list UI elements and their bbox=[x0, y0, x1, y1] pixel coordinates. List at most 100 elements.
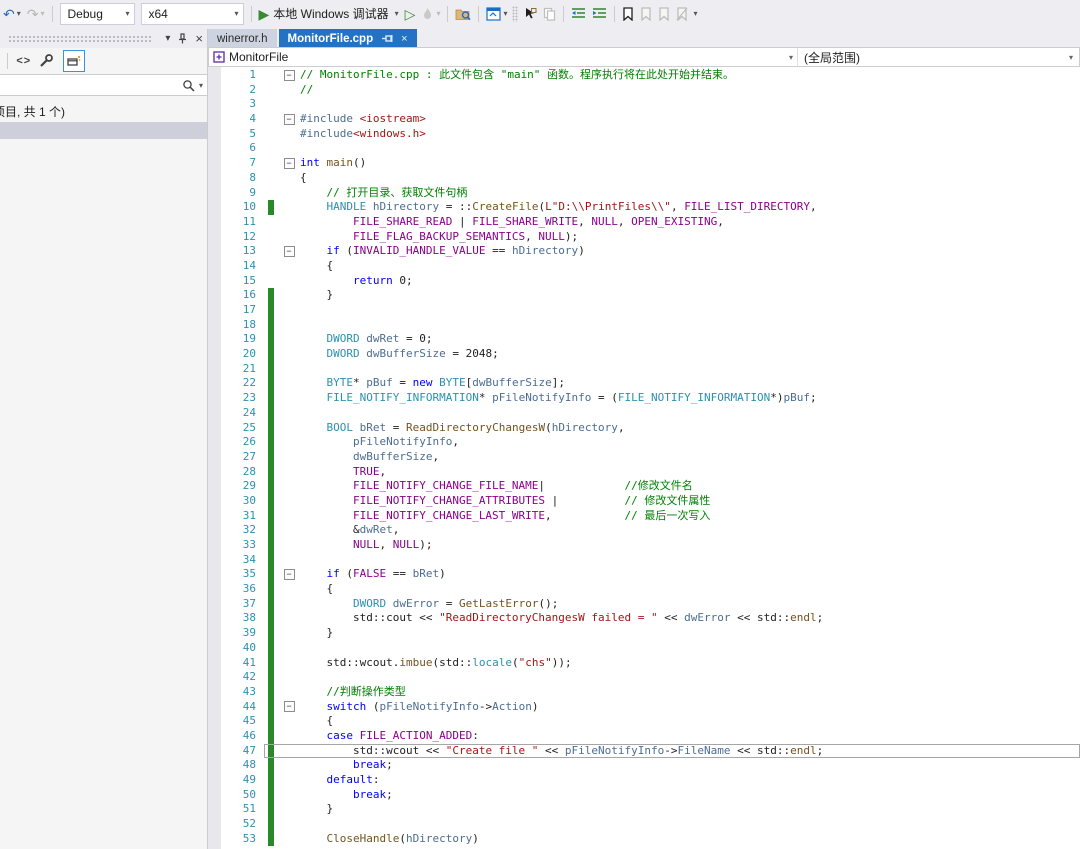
tab-MonitorFile.cpp[interactable]: MonitorFile.cpp× bbox=[279, 29, 417, 48]
code-text[interactable]: DWORD dwRet = 0; bbox=[300, 332, 1080, 347]
code-line[interactable]: 45 { bbox=[208, 714, 1080, 729]
code-line[interactable]: 39 } bbox=[208, 626, 1080, 641]
code-line[interactable]: 15 return 0; bbox=[208, 274, 1080, 289]
types-dropdown[interactable]: MonitorFile ▾ bbox=[209, 48, 798, 66]
collapse-region-icon[interactable]: − bbox=[284, 70, 295, 81]
collapse-region-icon[interactable]: − bbox=[284, 569, 295, 580]
code-text[interactable]: std::wcout.imbue(std::locale("chs")); bbox=[300, 656, 1080, 671]
code-line[interactable]: 40 bbox=[208, 641, 1080, 656]
code-text[interactable]: pFileNotifyInfo, bbox=[300, 435, 1080, 450]
code-line[interactable]: 4−#include <iostream> bbox=[208, 112, 1080, 127]
tab-pin-icon[interactable] bbox=[382, 34, 393, 43]
panel-pin-icon[interactable] bbox=[178, 33, 187, 44]
code-text[interactable]: if (INVALID_HANDLE_VALUE == hDirectory) bbox=[300, 244, 1080, 259]
code-line[interactable]: 41 std::wcout.imbue(std::locale("chs")); bbox=[208, 656, 1080, 671]
code-line[interactable]: 20 DWORD dwBufferSize = 2048; bbox=[208, 347, 1080, 362]
code-text[interactable] bbox=[300, 141, 1080, 156]
clear-bookmarks-button[interactable] bbox=[674, 3, 690, 25]
code-text[interactable] bbox=[300, 641, 1080, 656]
code-line[interactable]: 18 bbox=[208, 318, 1080, 333]
start-without-debugging-button[interactable]: ▷ bbox=[403, 3, 418, 25]
code-text[interactable] bbox=[300, 318, 1080, 333]
code-text[interactable]: #include <iostream> bbox=[300, 112, 1080, 127]
collapse-region-icon[interactable]: − bbox=[284, 701, 295, 712]
code-line[interactable]: 32 &dwRet, bbox=[208, 523, 1080, 538]
code-text[interactable]: { bbox=[300, 714, 1080, 729]
code-line[interactable]: 6 bbox=[208, 141, 1080, 156]
start-debugging-button[interactable]: ▶ 本地 Windows 调试器 ▾ bbox=[257, 3, 401, 25]
code-line[interactable]: 9 // 打开目录、获取文件句柄 bbox=[208, 186, 1080, 201]
code-line[interactable]: 38 std::cout << "ReadDirectoryChangesW f… bbox=[208, 611, 1080, 626]
code-line[interactable]: 51 } bbox=[208, 802, 1080, 817]
code-line[interactable]: 14 { bbox=[208, 259, 1080, 274]
next-bookmark-button[interactable] bbox=[656, 3, 672, 25]
code-line[interactable]: 11 FILE_SHARE_READ | FILE_SHARE_WRITE, N… bbox=[208, 215, 1080, 230]
collapse-region-icon[interactable]: − bbox=[284, 114, 295, 125]
code-text[interactable]: FILE_NOTIFY_CHANGE_ATTRIBUTES | // 修改文件属… bbox=[300, 494, 1080, 509]
code-text[interactable] bbox=[300, 97, 1080, 112]
code-text[interactable]: } bbox=[300, 288, 1080, 303]
panel-title-bar[interactable]: ▾ × bbox=[0, 29, 207, 48]
code-text[interactable] bbox=[300, 406, 1080, 421]
search-icon[interactable] bbox=[182, 79, 195, 92]
code-line[interactable]: 34 bbox=[208, 553, 1080, 568]
code-line[interactable]: 24 bbox=[208, 406, 1080, 421]
code-line[interactable]: 36 { bbox=[208, 582, 1080, 597]
code-line[interactable]: 48 break; bbox=[208, 758, 1080, 773]
toggle-bookmark-button[interactable] bbox=[620, 3, 636, 25]
code-text[interactable] bbox=[300, 817, 1080, 832]
code-line[interactable]: 22 BYTE* pBuf = new BYTE[dwBufferSize]; bbox=[208, 376, 1080, 391]
decrease-indent-button[interactable] bbox=[569, 3, 588, 25]
code-line[interactable]: 1−// MonitorFile.cpp : 此文件包含 "main" 函数。程… bbox=[208, 68, 1080, 83]
code-line[interactable]: 7−int main() bbox=[208, 156, 1080, 171]
panel-menu-chevron-icon[interactable]: ▾ bbox=[165, 34, 170, 44]
panel-drag-handle[interactable] bbox=[8, 35, 151, 43]
code-text[interactable]: DWORD dwError = GetLastError(); bbox=[300, 597, 1080, 612]
toolbar-overflow-icon[interactable]: ▾ bbox=[693, 9, 697, 18]
code-text[interactable]: std::wcout << "Create file " << pFileNot… bbox=[300, 744, 1080, 759]
code-text[interactable]: FILE_NOTIFY_INFORMATION* pFileNotifyInfo… bbox=[300, 391, 1080, 406]
code-text[interactable]: default: bbox=[300, 773, 1080, 788]
code-text[interactable]: BYTE* pBuf = new BYTE[dwBufferSize]; bbox=[300, 376, 1080, 391]
code-text[interactable] bbox=[300, 362, 1080, 377]
code-text[interactable]: BOOL bRet = ReadDirectoryChangesW(hDirec… bbox=[300, 421, 1080, 436]
panel-close-icon[interactable]: × bbox=[195, 34, 203, 44]
hot-reload-button[interactable]: ▾ bbox=[419, 3, 442, 25]
code-text[interactable]: TRUE, bbox=[300, 465, 1080, 480]
collapse-region-icon[interactable]: − bbox=[284, 158, 295, 169]
code-line[interactable]: 53 CloseHandle(hDirectory) bbox=[208, 832, 1080, 847]
code-line[interactable]: 44− switch (pFileNotifyInfo->Action) bbox=[208, 700, 1080, 715]
code-text[interactable]: case FILE_ACTION_ADDED: bbox=[300, 729, 1080, 744]
code-text[interactable]: { bbox=[300, 171, 1080, 186]
code-line[interactable]: 3 bbox=[208, 97, 1080, 112]
code-line[interactable]: 31 FILE_NOTIFY_CHANGE_LAST_WRITE, // 最后一… bbox=[208, 509, 1080, 524]
code-line[interactable]: 26 pFileNotifyInfo, bbox=[208, 435, 1080, 450]
code-text[interactable]: if (FALSE == bRet) bbox=[300, 567, 1080, 582]
code-text[interactable]: //判断操作类型 bbox=[300, 685, 1080, 700]
code-line[interactable]: 42 bbox=[208, 670, 1080, 685]
code-text[interactable]: } bbox=[300, 802, 1080, 817]
code-text[interactable]: break; bbox=[300, 758, 1080, 773]
code-line[interactable]: 35− if (FALSE == bRet) bbox=[208, 567, 1080, 582]
code-line[interactable]: 52 bbox=[208, 817, 1080, 832]
redo-button[interactable]: ↷ ▾ bbox=[25, 3, 47, 25]
undo-button[interactable]: ↶ ▾ bbox=[1, 3, 23, 25]
code-text[interactable]: int main() bbox=[300, 156, 1080, 171]
previous-bookmark-button[interactable] bbox=[638, 3, 654, 25]
code-line[interactable]: 12 FILE_FLAG_BACKUP_SEMANTICS, NULL); bbox=[208, 230, 1080, 245]
code-line[interactable]: 37 DWORD dwError = GetLastError(); bbox=[208, 597, 1080, 612]
code-text[interactable]: break; bbox=[300, 788, 1080, 803]
code-text[interactable] bbox=[300, 670, 1080, 685]
code-line[interactable]: 19 DWORD dwRet = 0; bbox=[208, 332, 1080, 347]
navigate-backward-button[interactable] bbox=[521, 3, 539, 25]
code-text[interactable]: switch (pFileNotifyInfo->Action) bbox=[300, 700, 1080, 715]
tab-close-icon[interactable]: × bbox=[401, 33, 407, 45]
code-line[interactable]: 10 HANDLE hDirectory = ::CreateFile(L"D:… bbox=[208, 200, 1080, 215]
code-text[interactable]: FILE_NOTIFY_CHANGE_FILE_NAME| //修改文件名 bbox=[300, 479, 1080, 494]
code-line[interactable]: 23 FILE_NOTIFY_INFORMATION* pFileNotifyI… bbox=[208, 391, 1080, 406]
code-text[interactable]: std::cout << "ReadDirectoryChangesW fail… bbox=[300, 611, 1080, 626]
code-line[interactable]: 13− if (INVALID_HANDLE_VALUE == hDirecto… bbox=[208, 244, 1080, 259]
properties-button[interactable] bbox=[39, 54, 53, 68]
code-line[interactable]: 25 BOOL bRet = ReadDirectoryChangesW(hDi… bbox=[208, 421, 1080, 436]
code-line[interactable]: 5#include<windows.h> bbox=[208, 127, 1080, 142]
